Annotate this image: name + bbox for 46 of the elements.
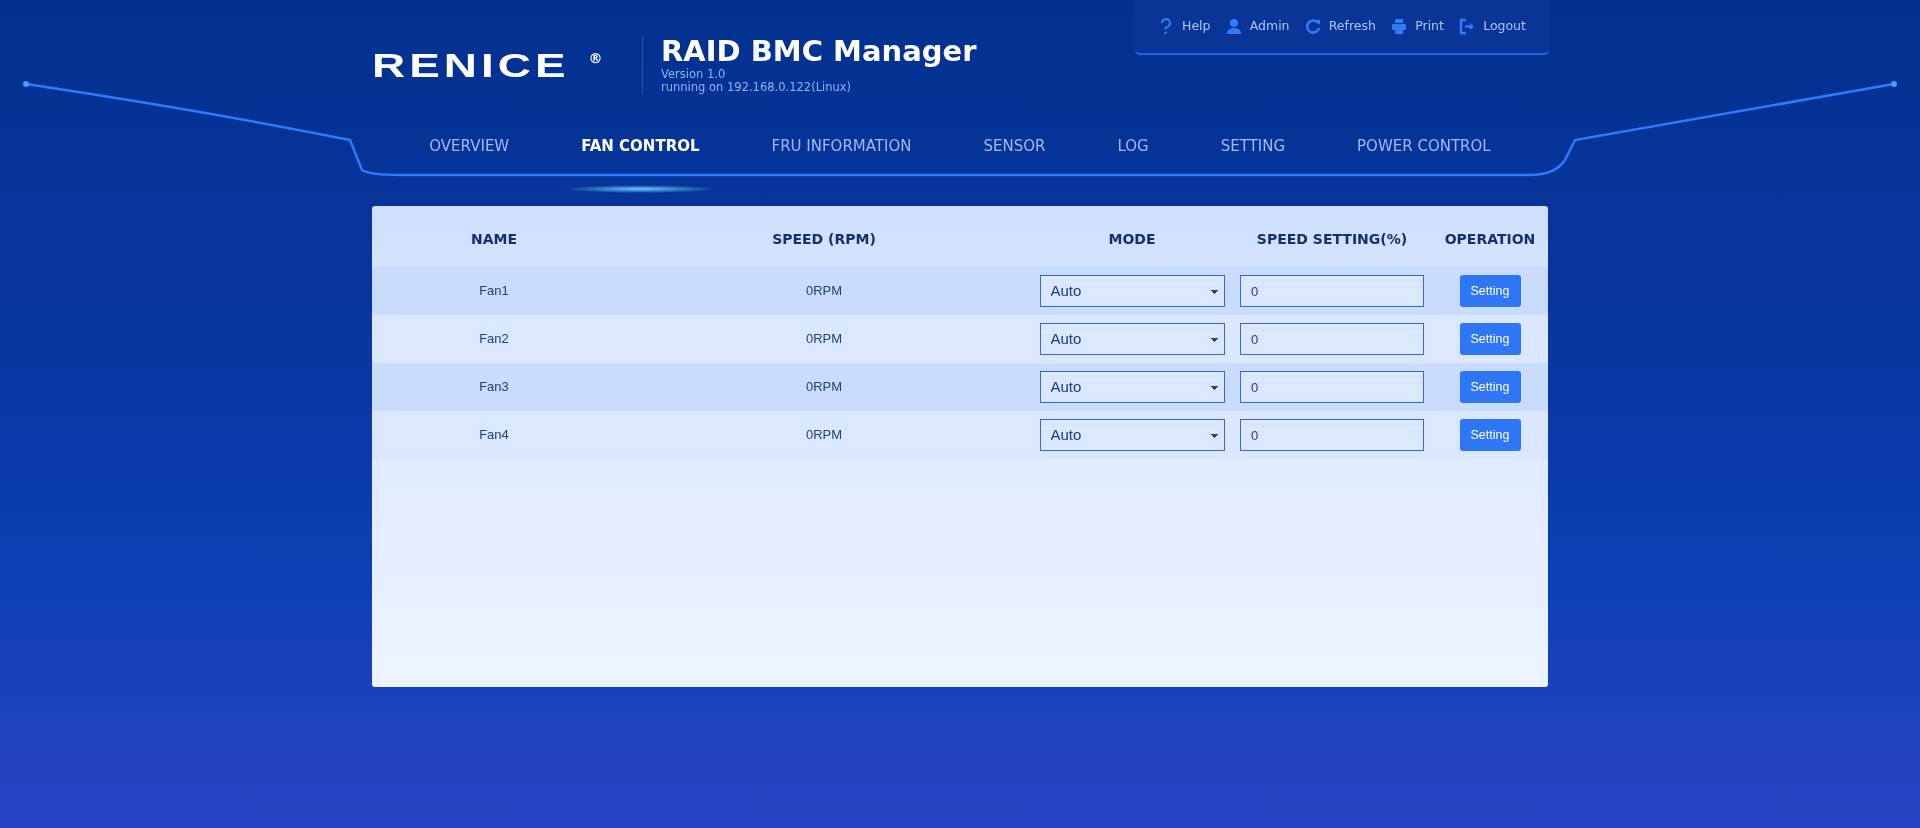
- table-cell-text: Fan2: [478, 330, 510, 349]
- registered-mark: ®: [588, 49, 603, 69]
- table-cell-text: 0RPM: [804, 282, 844, 301]
- refresh-link[interactable]: Refresh: [1304, 17, 1376, 36]
- column-header: OPERATION: [1443, 230, 1537, 249]
- nav-tab[interactable]: LOG: [1081, 135, 1185, 161]
- mode-dropdown[interactable]: Auto: [1039, 419, 1225, 451]
- setting-button[interactable]: Setting: [1459, 275, 1521, 307]
- speed-input-field[interactable]: 0: [1240, 275, 1424, 307]
- logout-link[interactable]: Logout: [1459, 17, 1526, 36]
- table-cell-text: Fan3: [478, 378, 510, 397]
- app-title: RAID BMC Manager: [661, 36, 977, 68]
- refresh-icon: [1304, 18, 1321, 35]
- mode-dropdown[interactable]: Auto: [1039, 323, 1225, 355]
- table-cell-text: 0RPM: [804, 330, 844, 349]
- host-info-text: running on 192.168.0.122(Linux): [661, 81, 853, 95]
- speed-input-field[interactable]: 0: [1240, 419, 1424, 451]
- nav-tab[interactable]: FRU INFORMATION: [735, 135, 948, 161]
- mode-dropdown[interactable]: Auto: [1039, 371, 1225, 403]
- user-link[interactable]: Admin: [1225, 17, 1290, 36]
- column-header: SPEED SETTING(%): [1255, 230, 1409, 249]
- print-link[interactable]: Print: [1391, 17, 1444, 36]
- help-link[interactable]: Help: [1158, 17, 1211, 36]
- version-text: Version 1.0: [661, 67, 727, 81]
- table-cell-text: Fan4: [478, 426, 510, 445]
- nav-tab[interactable]: SETTING: [1184, 135, 1322, 161]
- nav-tab[interactable]: OVERVIEW: [393, 135, 546, 161]
- setting-button[interactable]: Setting: [1459, 371, 1521, 403]
- column-header: SPEED (RPM): [771, 230, 877, 249]
- speed-input-field[interactable]: 0: [1240, 323, 1424, 355]
- logo-text: RENICE: [372, 48, 570, 83]
- user-icon: [1225, 18, 1242, 35]
- help-icon: [1158, 18, 1174, 35]
- column-header: NAME: [469, 230, 518, 249]
- nav-tab[interactable]: POWER CONTROL: [1321, 135, 1527, 161]
- logout-icon: [1459, 18, 1476, 35]
- setting-button[interactable]: Setting: [1459, 323, 1521, 355]
- table-cell-text: Fan1: [478, 282, 510, 301]
- mode-dropdown[interactable]: Auto: [1039, 275, 1225, 307]
- printer-icon: [1391, 18, 1408, 35]
- speed-input-field[interactable]: 0: [1240, 371, 1424, 403]
- nav-tab[interactable]: SENSOR: [947, 135, 1082, 161]
- column-header: MODE: [1107, 230, 1157, 249]
- table-cell-text: 0RPM: [804, 426, 844, 445]
- setting-button[interactable]: Setting: [1459, 419, 1521, 451]
- table-cell-text: 0RPM: [804, 378, 844, 397]
